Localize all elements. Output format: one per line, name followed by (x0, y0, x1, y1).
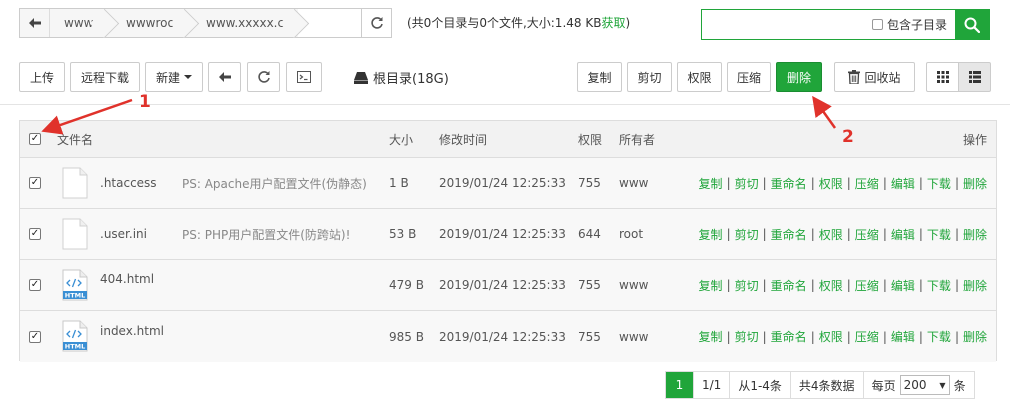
annotation-arrow-1 (41, 98, 133, 135)
annotation-label-2: 2 (842, 127, 854, 147)
annotation-arrows (41, 95, 837, 135)
annotation-label-1: 1 (139, 92, 151, 112)
annotation-arrow-2 (812, 95, 837, 129)
